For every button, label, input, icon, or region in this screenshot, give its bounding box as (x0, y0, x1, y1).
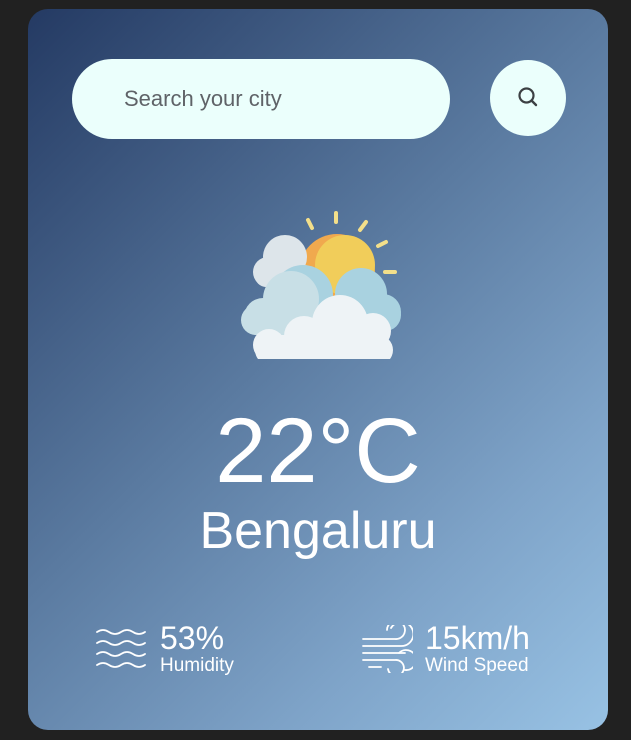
wind-detail: 15km/h Wind Speed (361, 621, 530, 677)
wind-speed-value: 15km/h (425, 620, 530, 656)
wind-icon (361, 625, 413, 673)
wind-speed-label: Wind Speed (425, 655, 529, 676)
search-input[interactable] (72, 59, 450, 139)
search-icon (516, 85, 540, 112)
humidity-value: 53% (160, 620, 225, 656)
temperature: 22°C (215, 400, 421, 502)
humidity-waves-icon (96, 626, 148, 672)
humidity-detail: 53% Humidity (96, 621, 234, 677)
humidity-label: Humidity (160, 655, 234, 676)
search-button[interactable] (490, 60, 566, 136)
partly-cloudy-sun-icon (233, 209, 403, 365)
weather-card: 22°C Bengaluru 53% Humidity (28, 9, 608, 730)
city-name: Bengaluru (199, 502, 437, 560)
